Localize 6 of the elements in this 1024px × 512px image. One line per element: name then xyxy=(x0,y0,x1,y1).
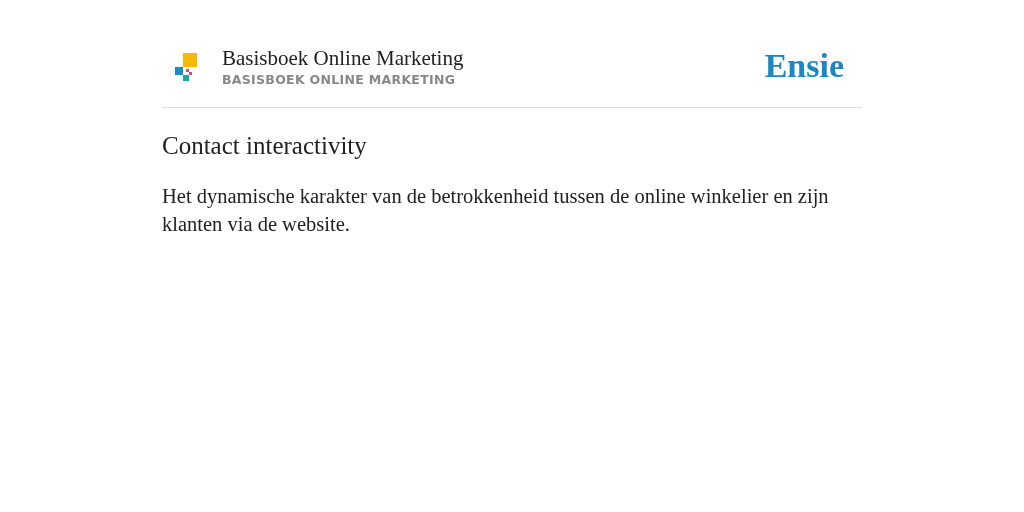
brand-logo[interactable]: Ensie xyxy=(764,46,844,85)
book-subtitle: BASISBOEK ONLINE MARKETING xyxy=(222,72,457,87)
book-title: Basisboek Online Marketing xyxy=(222,45,465,72)
entry-definition: Het dynamische karakter van de betrokkenheid tussen de online winkelier en zijn klanten via de website. xyxy=(162,184,830,237)
book-logo-icon xyxy=(174,50,198,81)
entry-term: Contact interactivity xyxy=(162,132,368,160)
